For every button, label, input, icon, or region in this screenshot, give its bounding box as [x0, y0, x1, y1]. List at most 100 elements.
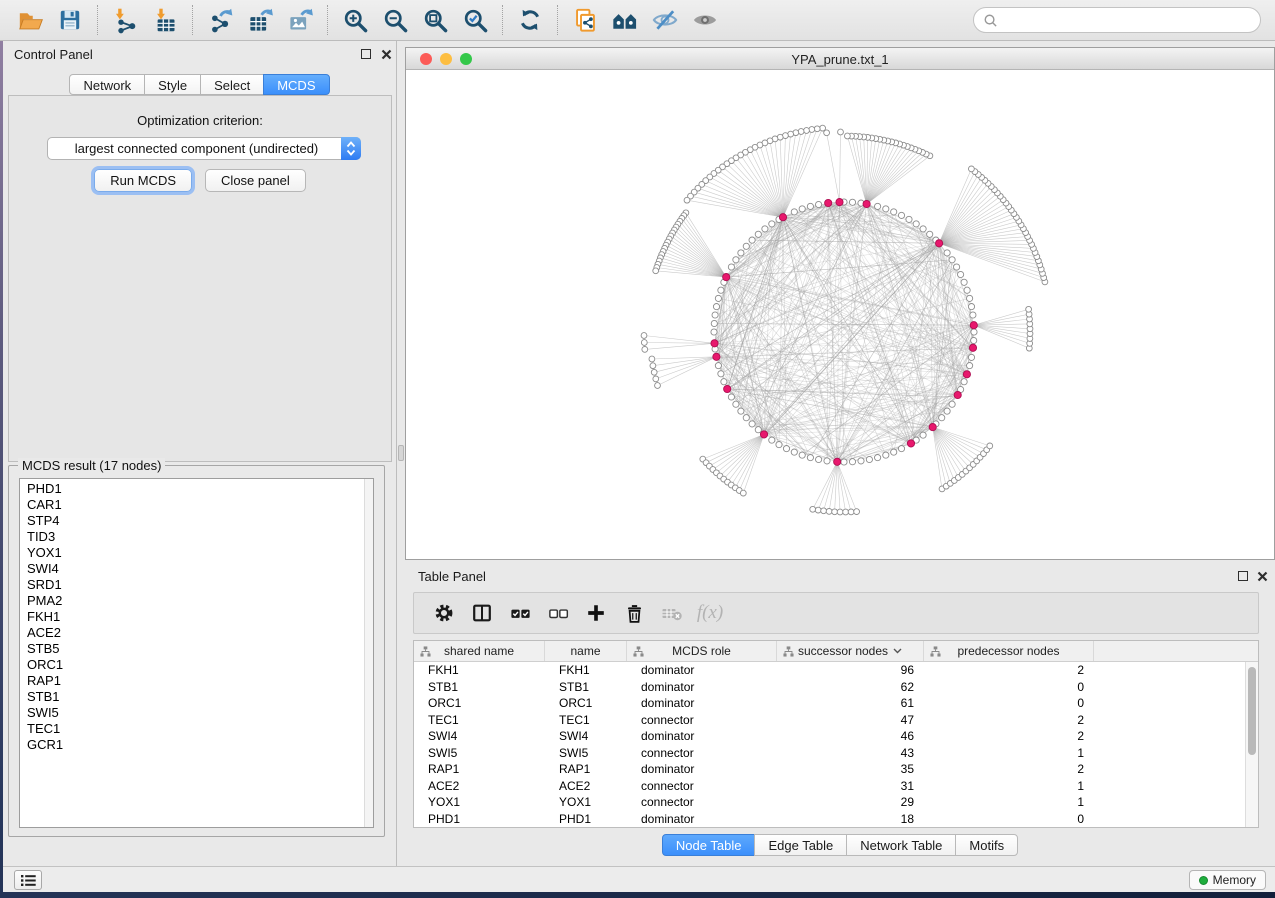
table-cell[interactable]: 0 [924, 812, 1094, 826]
save-button[interactable] [50, 3, 90, 37]
network-node[interactable] [838, 129, 844, 135]
close-panel-icon[interactable] [1257, 571, 1268, 582]
network-node[interactable] [649, 356, 655, 362]
tab-style[interactable]: Style [144, 74, 201, 95]
table-row[interactable]: FKH1FKH1dominator962 [414, 662, 1258, 679]
mcds-result-item[interactable]: TID3 [27, 529, 363, 545]
network-node[interactable] [891, 209, 897, 215]
search-box[interactable] [973, 7, 1261, 33]
network-canvas[interactable] [406, 70, 1274, 559]
table-cell[interactable]: 18 [777, 812, 924, 826]
network-node[interactable] [718, 371, 724, 377]
table-row[interactable]: YOX1YOX1connector291 [414, 794, 1258, 811]
network-node[interactable] [875, 455, 881, 461]
network-node[interactable] [967, 295, 973, 301]
table-cell[interactable]: 35 [777, 762, 924, 776]
mcds-dominator-node[interactable] [825, 199, 832, 206]
mcds-dominator-node[interactable] [711, 340, 718, 347]
mcds-result-item[interactable]: CAR1 [27, 497, 363, 513]
hide-selected-button[interactable] [645, 3, 685, 37]
network-node[interactable] [653, 376, 659, 382]
table-row[interactable]: ORC1ORC1dominator610 [414, 695, 1258, 712]
network-node[interactable] [798, 129, 804, 135]
network-node[interactable] [762, 226, 768, 232]
mcds-dominator-node[interactable] [963, 371, 970, 378]
network-node[interactable] [971, 329, 977, 335]
export-network-button[interactable] [200, 3, 240, 37]
mcds-result-item[interactable]: TEC1 [27, 721, 363, 737]
table-row[interactable]: RAP1RAP1dominator352 [414, 761, 1258, 778]
mcds-result-item[interactable]: YOX1 [27, 545, 363, 561]
optimization-criterion-select[interactable]: largest connected component (undirected) [47, 137, 361, 160]
network-node[interactable] [987, 443, 993, 449]
network-node[interactable] [969, 166, 975, 172]
network-node[interactable] [715, 295, 721, 301]
network-node[interactable] [849, 459, 855, 465]
network-node[interactable] [906, 216, 912, 222]
network-node[interactable] [651, 369, 657, 375]
table-cell[interactable]: TEC1 [545, 713, 627, 727]
mcds-result-item[interactable]: FKH1 [27, 609, 363, 625]
column-header-name[interactable]: name [545, 641, 627, 661]
delete-table-button[interactable] [660, 600, 684, 626]
network-node[interactable] [642, 347, 648, 353]
table-cell[interactable]: 96 [777, 663, 924, 677]
network-node[interactable] [970, 312, 976, 318]
network-node[interactable] [728, 394, 734, 400]
network-node[interactable] [971, 337, 977, 343]
network-node[interactable] [783, 446, 789, 452]
network-node[interactable] [958, 271, 964, 277]
network-node[interactable] [715, 363, 721, 369]
network-node[interactable] [964, 287, 970, 293]
table-cell[interactable]: connector [627, 713, 777, 727]
table-cell[interactable]: YOX1 [545, 795, 627, 809]
network-node[interactable] [920, 432, 926, 438]
mcds-result-item[interactable]: STB5 [27, 641, 363, 657]
mcds-result-item[interactable]: SWI5 [27, 705, 363, 721]
mcds-dominator-node[interactable] [970, 322, 977, 329]
network-node[interactable] [949, 257, 955, 263]
close-panel-button[interactable]: Close panel [205, 169, 306, 192]
table-cell[interactable]: dominator [627, 696, 777, 710]
table-cell[interactable]: RAP1 [414, 762, 545, 776]
mcds-result-item[interactable]: ORC1 [27, 657, 363, 673]
network-node[interactable] [743, 243, 749, 249]
mcds-result-item[interactable]: STB1 [27, 689, 363, 705]
network-node[interactable] [738, 250, 744, 256]
column-header-predecessor-nodes[interactable]: predecessor nodes [924, 641, 1094, 661]
network-node[interactable] [837, 509, 843, 515]
zoom-in-button[interactable] [335, 3, 375, 37]
mcds-dominator-node[interactable] [954, 391, 961, 398]
network-node[interactable] [804, 128, 810, 134]
network-node[interactable] [791, 449, 797, 455]
tab-node-table[interactable]: Node Table [662, 834, 756, 856]
tab-select[interactable]: Select [200, 74, 264, 95]
network-titlebar[interactable]: YPA_prune.txt_1 [406, 48, 1274, 70]
network-node[interactable] [810, 506, 816, 512]
network-node[interactable] [883, 206, 889, 212]
table-cell[interactable]: STB1 [545, 680, 627, 694]
network-node[interactable] [858, 458, 864, 464]
network-node[interactable] [641, 340, 647, 346]
network-node[interactable] [807, 455, 813, 461]
table-cell[interactable]: 47 [777, 713, 924, 727]
network-node[interactable] [1026, 306, 1032, 312]
run-mcds-button[interactable]: Run MCDS [94, 169, 192, 192]
mcds-dominator-node[interactable] [907, 440, 914, 447]
network-node[interactable] [913, 221, 919, 227]
tab-motifs[interactable]: Motifs [955, 834, 1018, 856]
table-cell[interactable]: 2 [924, 762, 1094, 776]
network-node[interactable] [944, 250, 950, 256]
network-node[interactable] [711, 320, 717, 326]
network-node[interactable] [849, 199, 855, 205]
table-cell[interactable]: dominator [627, 812, 777, 826]
table-cell[interactable]: 43 [777, 746, 924, 760]
network-node[interactable] [826, 509, 832, 515]
tab-network-table[interactable]: Network Table [846, 834, 956, 856]
table-cell[interactable]: 2 [924, 713, 1094, 727]
network-node[interactable] [845, 133, 851, 139]
table-cell[interactable]: SWI4 [414, 729, 545, 743]
mcds-result-item[interactable]: STP4 [27, 513, 363, 529]
mcds-result-item[interactable]: PMA2 [27, 593, 363, 609]
mcds-dominator-node[interactable] [760, 431, 767, 438]
